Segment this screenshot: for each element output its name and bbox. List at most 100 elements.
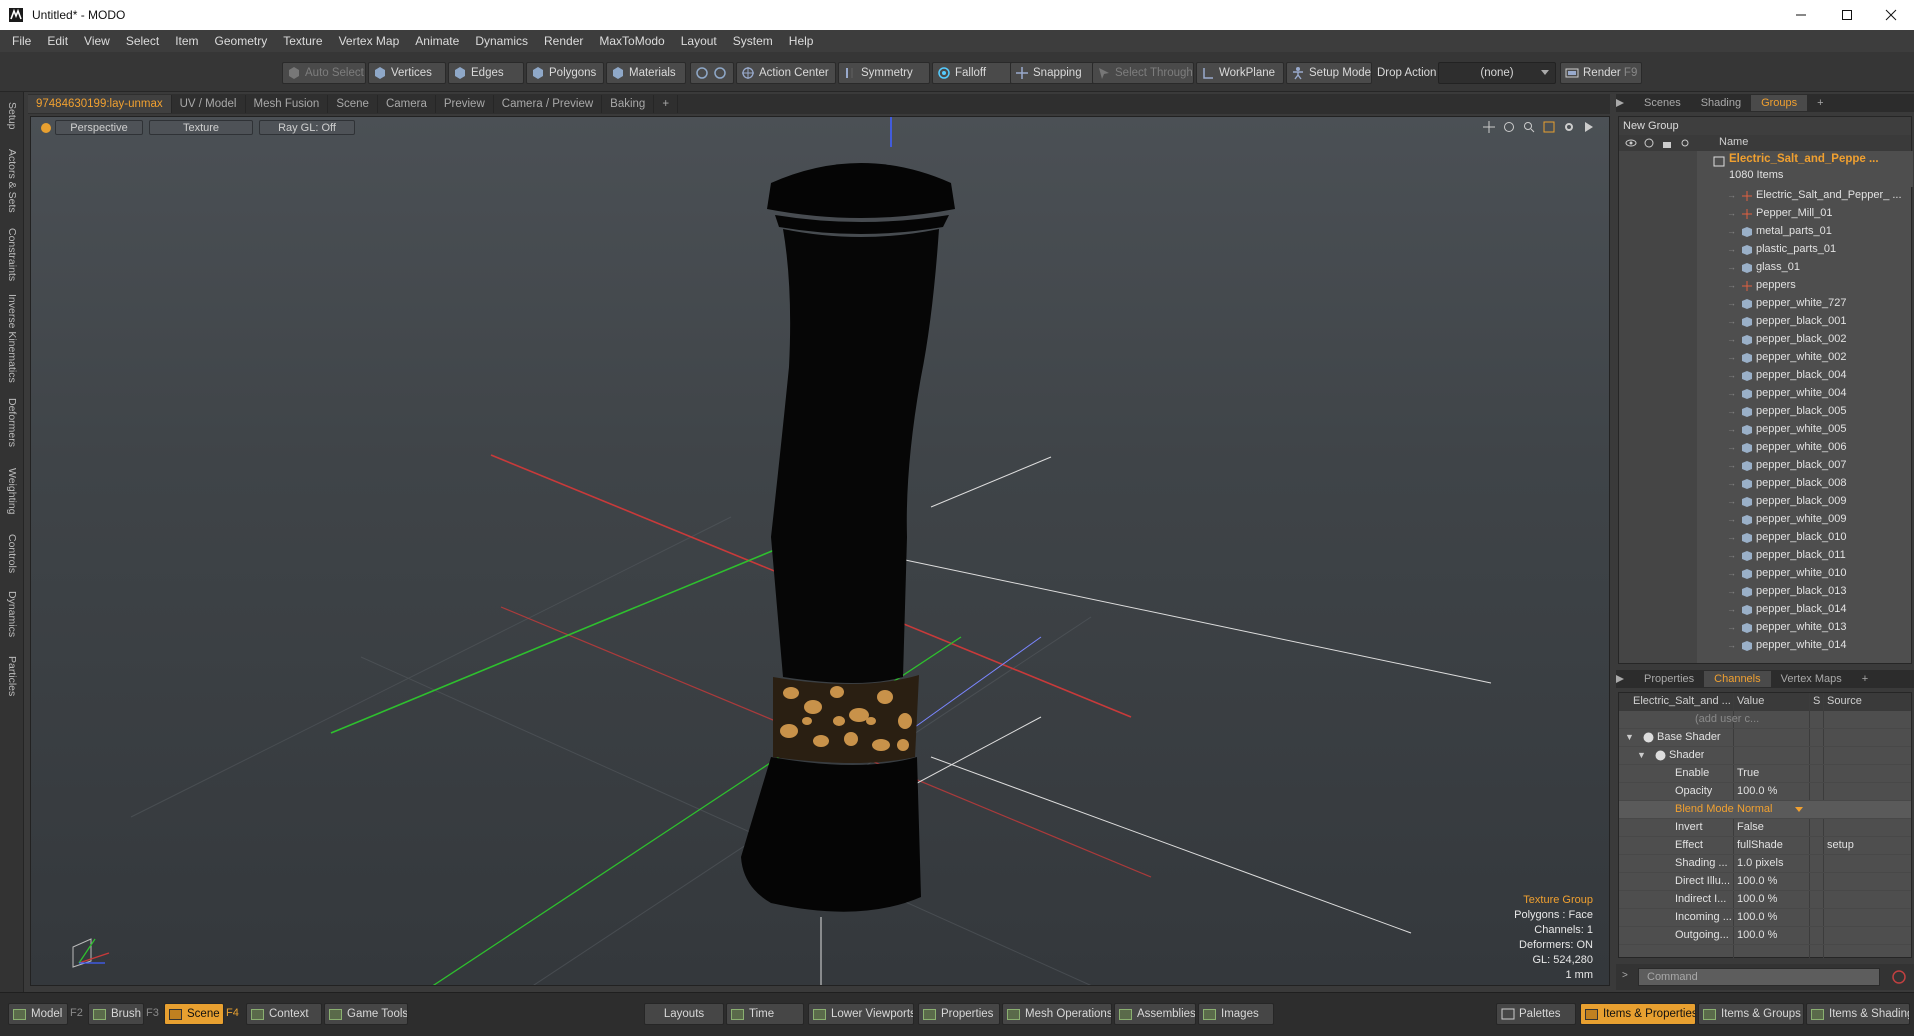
tab-vertex-maps[interactable]: Vertex Maps [1771, 671, 1852, 687]
list-item[interactable]: → pepper_white_002 [1619, 349, 1911, 367]
list-item[interactable]: → metal_parts_01 [1619, 223, 1911, 241]
tab-shading[interactable]: Shading [1691, 95, 1751, 111]
list-item[interactable]: → peppers [1619, 277, 1911, 295]
menu-geometry[interactable]: Geometry [207, 30, 276, 52]
assemblies-button[interactable]: Assemblies [1114, 1003, 1196, 1025]
menu-edit[interactable]: Edit [39, 30, 76, 52]
list-item[interactable]: → pepper_white_009 [1619, 511, 1911, 529]
channel-row-base-shader[interactable]: ▼ Base Shader [1619, 729, 1911, 747]
shading-mode-button[interactable]: Texture [149, 120, 253, 135]
expand-arrow-icon[interactable]: ▼ [1637, 750, 1646, 760]
command-input[interactable]: Command [1638, 968, 1880, 986]
list-item[interactable]: → Electric_Salt_and_Pepper_ ... [1619, 187, 1911, 205]
channel-row-shading-rate[interactable]: Shading ... 1.0 pixels [1619, 855, 1911, 873]
tab-inverse-kinematics[interactable]: Inverse Kinematics [2, 292, 22, 384]
list-item[interactable]: → pepper_white_014 [1619, 637, 1911, 655]
tab-actors-sets[interactable]: Actors & Sets [2, 146, 22, 216]
items-groups-button[interactable]: Items & Groups [1698, 1003, 1804, 1025]
snapping-button[interactable]: Snapping [1010, 62, 1094, 84]
tab-camera[interactable]: Camera [378, 95, 436, 113]
tab-groups[interactable]: Groups [1751, 95, 1808, 111]
list-item[interactable]: → pepper_white_005 [1619, 421, 1911, 439]
brush-layout-button[interactable]: Brush [88, 1003, 144, 1025]
list-item[interactable]: → Pepper_Mill_01 [1619, 205, 1911, 223]
channel-row-direct-illumination[interactable]: Direct Illu... 100.0 % [1619, 873, 1911, 891]
list-item[interactable]: → pepper_white_013 [1619, 619, 1911, 637]
context-layout-button[interactable]: Context [246, 1003, 322, 1025]
properties-button[interactable]: Properties [918, 1003, 1000, 1025]
falloff-button[interactable]: Falloff [932, 62, 1012, 84]
tab-baking[interactable]: Baking [602, 95, 655, 113]
materials-button[interactable]: Materials [606, 62, 686, 84]
menu-help[interactable]: Help [781, 30, 822, 52]
menu-system[interactable]: System [725, 30, 781, 52]
list-item[interactable]: → pepper_white_006 [1619, 439, 1911, 457]
list-item[interactable]: → pepper_black_014 [1619, 601, 1911, 619]
items-properties-button[interactable]: Items & Properties [1580, 1003, 1696, 1025]
channel-row-blend-mode[interactable]: Blend Mode Normal [1619, 801, 1911, 819]
list-item[interactable]: → pepper_black_005 [1619, 403, 1911, 421]
tab-channels[interactable]: Channels [1704, 671, 1771, 687]
tab-weighting[interactable]: Weighting [2, 460, 22, 522]
expand-arrow-icon[interactable]: ▼ [1625, 732, 1634, 742]
menu-item[interactable]: Item [167, 30, 206, 52]
edges-button[interactable]: Edges [448, 62, 524, 84]
list-item[interactable]: → pepper_white_727 [1619, 295, 1911, 313]
list-item[interactable]: → pepper_white_004 [1619, 385, 1911, 403]
model-layout-button[interactable]: Model [8, 1003, 68, 1025]
list-item[interactable]: → pepper_black_010 [1619, 529, 1911, 547]
setup-mode-button[interactable]: Setup Mode [1286, 62, 1372, 84]
fit-icon[interactable] [1541, 119, 1557, 135]
list-item[interactable]: → plastic_parts_01 [1619, 241, 1911, 259]
channel-row-indirect-illumination[interactable]: Indirect I... 100.0 % [1619, 891, 1911, 909]
menu-layout[interactable]: Layout [673, 30, 725, 52]
menu-select[interactable]: Select [118, 30, 167, 52]
channel-row-outgoing[interactable]: Outgoing... 100.0 % [1619, 927, 1911, 945]
list-item[interactable]: → pepper_black_013 [1619, 583, 1911, 601]
tab-scene[interactable]: Scene [328, 95, 378, 113]
channel-row-shader[interactable]: ▼ Shader [1619, 747, 1911, 765]
list-item[interactable]: → pepper_black_004 [1619, 367, 1911, 385]
group-root[interactable]: Electric_Salt_and_Peppe ... 1080 Items [1701, 151, 1913, 187]
list-item[interactable]: → pepper_black_009 [1619, 493, 1911, 511]
list-item[interactable]: → pepper_white_010 [1619, 565, 1911, 583]
tab-layout-unmax[interactable]: 97484630199:lay-unmax [28, 95, 172, 113]
panel-arrow-icon[interactable] [1616, 672, 1634, 686]
drop-action-dropdown[interactable]: (none) [1438, 62, 1556, 84]
channel-row-opacity[interactable]: Opacity 100.0 % [1619, 783, 1911, 801]
channel-row-enable[interactable]: Enable True [1619, 765, 1911, 783]
images-button[interactable]: Images [1198, 1003, 1274, 1025]
tab-dynamics[interactable]: Dynamics [2, 586, 22, 642]
channel-row-invert[interactable]: Invert False [1619, 819, 1911, 837]
gear-icon[interactable] [1561, 119, 1577, 135]
list-item[interactable]: → pepper_black_007 [1619, 457, 1911, 475]
polygons-button[interactable]: Polygons [526, 62, 604, 84]
chevron-down-icon[interactable] [1795, 807, 1803, 813]
symmetry-button[interactable]: Symmetry [838, 62, 930, 84]
render-button[interactable]: Render F9 [1560, 62, 1642, 84]
menu-view[interactable]: View [76, 30, 118, 52]
scene-layout-button[interactable]: Scene [164, 1003, 224, 1025]
close-button[interactable] [1868, 0, 1914, 30]
list-item[interactable]: → pepper_black_002 [1619, 331, 1911, 349]
channel-row-incoming[interactable]: Incoming ... 100.0 % [1619, 909, 1911, 927]
channel-row-add-user[interactable]: (add user c... [1619, 711, 1911, 729]
tab-properties[interactable]: Properties [1634, 671, 1704, 687]
lower-viewports-button[interactable]: Lower Viewports [808, 1003, 914, 1025]
menu-render[interactable]: Render [536, 30, 591, 52]
view-mode-button[interactable]: Perspective [55, 120, 143, 135]
palettes-button[interactable]: Palettes [1496, 1003, 1576, 1025]
add-panel-tab-button[interactable]: + [1852, 671, 1878, 687]
add-tab-button[interactable]: + [654, 95, 679, 113]
tab-constraints[interactable]: Constraints [2, 224, 22, 286]
add-panel-tab-button[interactable]: + [1807, 95, 1833, 111]
select-through-button[interactable]: Select Through [1092, 62, 1194, 84]
menu-dynamics[interactable]: Dynamics [467, 30, 536, 52]
rotate-icon[interactable] [1501, 119, 1517, 135]
zoom-icon[interactable] [1521, 119, 1537, 135]
mesh-operations-button[interactable]: Mesh Operations [1002, 1003, 1112, 1025]
tab-controls[interactable]: Controls [2, 528, 22, 580]
workplane-button[interactable]: WorkPlane [1196, 62, 1284, 84]
time-button[interactable]: Time [726, 1003, 804, 1025]
tab-mesh-fusion[interactable]: Mesh Fusion [246, 95, 329, 113]
